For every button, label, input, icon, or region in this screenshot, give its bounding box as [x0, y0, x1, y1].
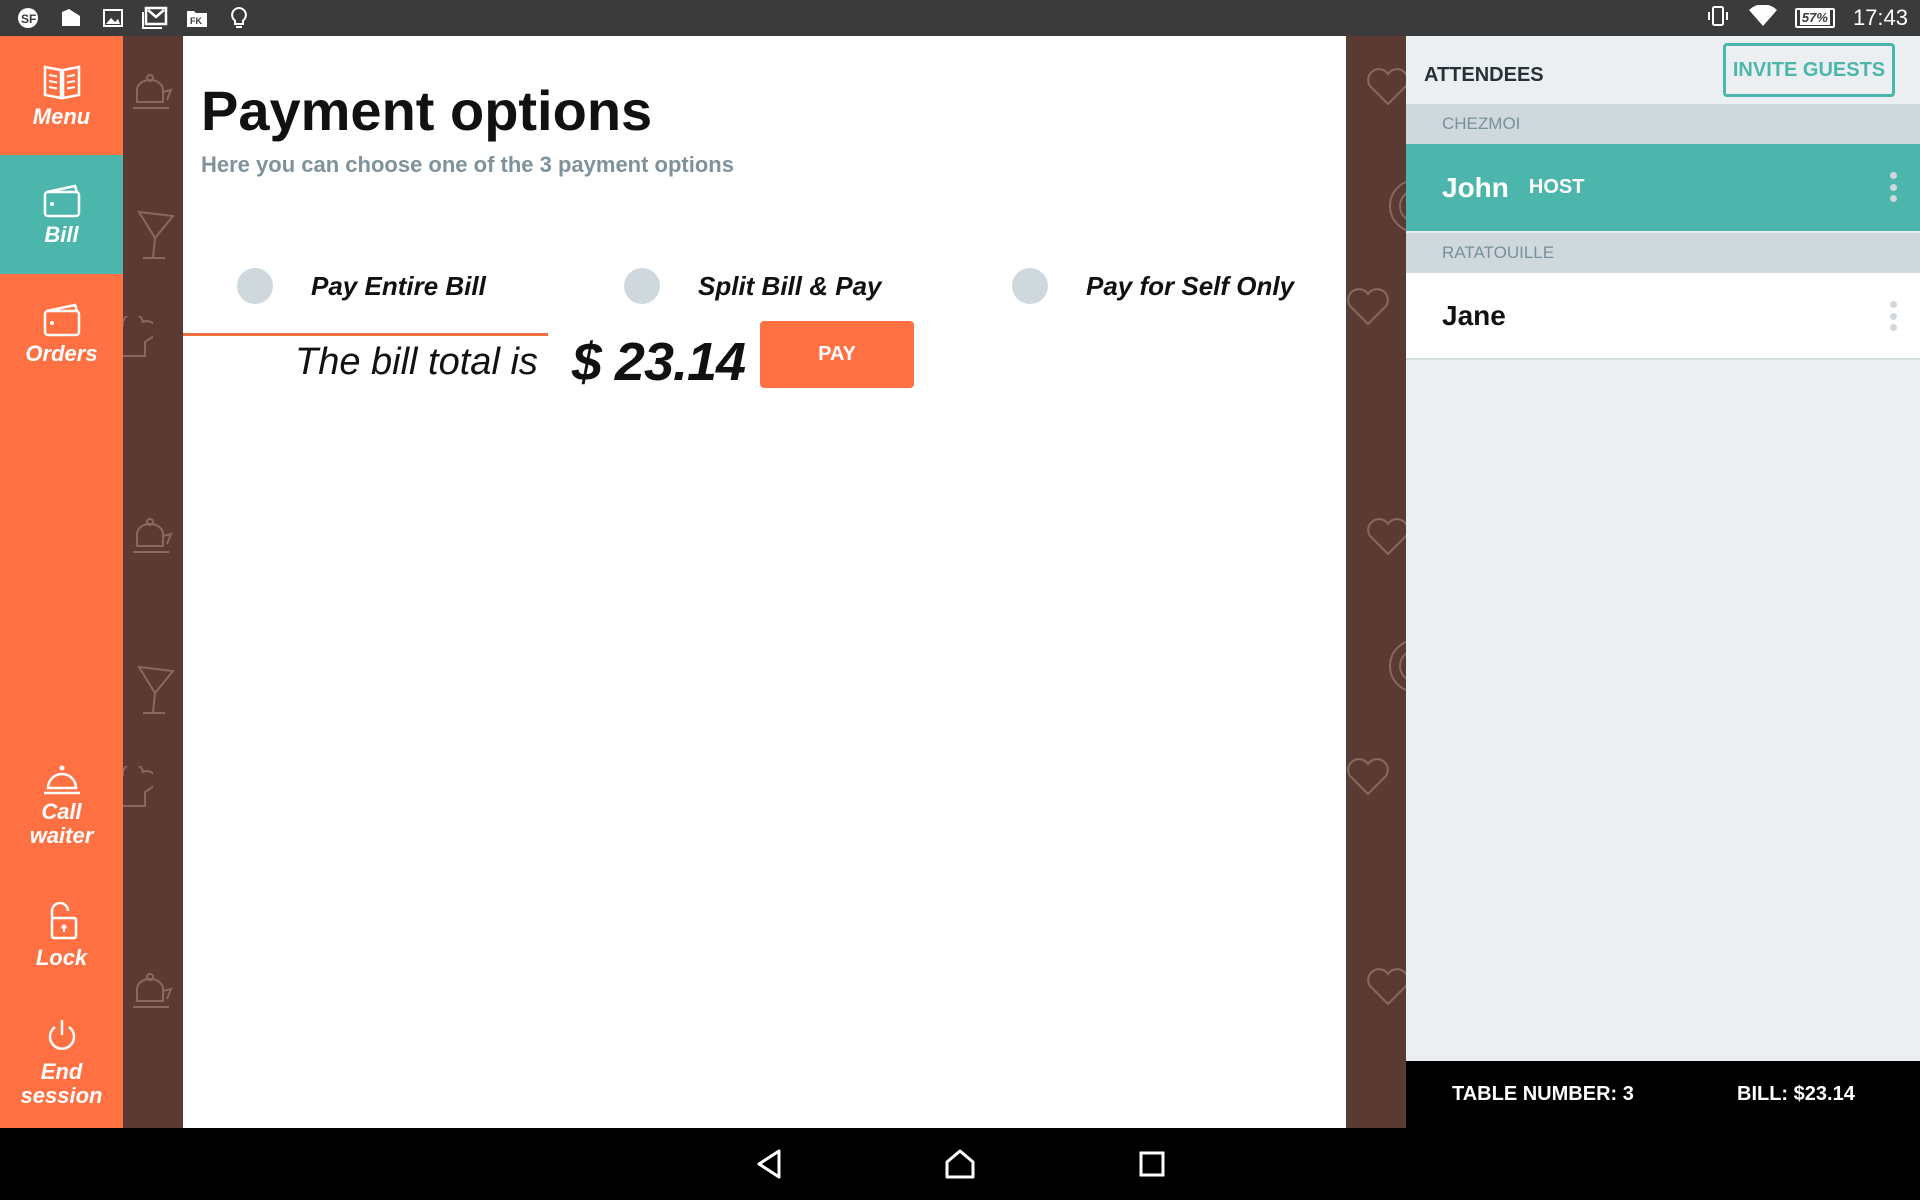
back-button[interactable]	[749, 1144, 789, 1184]
sidebar-item-label: Lock	[35, 945, 88, 970]
sf-app-icon: SF	[16, 5, 42, 31]
sidebar-item-menu[interactable]: Menu	[0, 36, 123, 155]
teapot-icon	[133, 74, 173, 109]
group-header: RATATOUILLE	[1406, 233, 1920, 273]
sidebar-item-label: Bill	[44, 221, 79, 247]
radio-button[interactable]	[237, 268, 273, 304]
tab-label: Pay Entire Bill	[311, 270, 486, 301]
decorative-strip-right	[1346, 36, 1406, 1128]
wifi-icon	[1748, 3, 1777, 32]
home-icon	[945, 1149, 975, 1179]
sidebar-item-lock[interactable]: Lock	[0, 876, 123, 996]
wallet-icon	[43, 184, 80, 217]
sidebar-nav: Menu Bill Orders Call waiter Lock End se…	[0, 36, 123, 1128]
image-icon	[100, 5, 126, 31]
service-bell-icon	[43, 765, 80, 795]
clock: 17:43	[1852, 5, 1908, 30]
tab-label: Split Bill & Pay	[698, 270, 882, 301]
teapot-icon	[133, 973, 173, 1008]
decorative-strip-left	[123, 36, 183, 1128]
heart-icon	[1367, 68, 1406, 106]
chef-hat-icon	[123, 766, 153, 807]
fk-folder-icon: FK	[184, 5, 210, 31]
sidebar-item-label: Call waiter	[29, 799, 94, 848]
radio-button[interactable]	[624, 268, 660, 304]
session-footer: TABLE NUMBER: 3 BILL: $23.14	[1406, 1061, 1920, 1128]
table-number: TABLE NUMBER: 3	[1452, 1083, 1634, 1105]
page-subtitle: Here you can choose one of the 3 payment…	[201, 152, 734, 177]
unlock-icon	[50, 902, 77, 940]
lightbulb-icon	[226, 5, 252, 31]
wallet-icon	[43, 303, 80, 336]
svg-text:FK: FK	[190, 16, 202, 26]
bill-total-label: The bill total is	[295, 340, 538, 383]
sidebar-item-orders[interactable]: Orders	[0, 274, 123, 393]
pay-button[interactable]: PAY	[760, 321, 914, 388]
menu-book-icon	[43, 64, 80, 100]
sidebar-item-bill[interactable]: Bill	[0, 155, 123, 274]
power-icon	[48, 1020, 75, 1050]
attendee-name: John	[1442, 171, 1509, 203]
svg-text:SF: SF	[21, 12, 36, 26]
back-icon	[757, 1149, 781, 1179]
group-header: CHEZMOI	[1406, 104, 1920, 144]
cocktail-icon	[137, 210, 175, 259]
host-badge: HOST	[1528, 176, 1585, 198]
vibrate-icon	[1705, 5, 1731, 32]
heart-icon	[1367, 968, 1406, 1006]
cocktail-icon	[137, 665, 175, 714]
attendee-name: Jane	[1442, 299, 1506, 331]
invite-guests-button[interactable]: INVITE GUESTS	[1723, 43, 1895, 97]
sidebar-item-label: Orders	[25, 340, 98, 366]
recents-icon	[1139, 1151, 1165, 1177]
color-swatch-icon	[58, 5, 84, 31]
attendees-panel: ATTENDEES INVITE GUESTS CHEZMOI John HOS…	[1406, 36, 1920, 1061]
attendee-row[interactable]: John HOST	[1406, 144, 1920, 231]
spiral-icon	[1389, 180, 1406, 232]
recents-button[interactable]	[1132, 1144, 1172, 1184]
more-options-icon[interactable]	[1888, 172, 1898, 202]
heart-icon	[1347, 288, 1389, 326]
page-title: Payment options	[201, 79, 653, 142]
gmail-icon	[142, 5, 168, 31]
attendee-row[interactable]: Jane	[1406, 273, 1920, 360]
attendees-title: ATTENDEES	[1424, 64, 1544, 86]
system-nav-bar	[0, 1128, 1920, 1200]
heart-icon	[1367, 518, 1406, 556]
status-bar: SF FK 57% 17:43	[0, 0, 1920, 36]
battery-indicator: 57%	[1794, 8, 1835, 28]
attendees-header: ATTENDEES INVITE GUESTS	[1406, 36, 1920, 104]
spiral-icon	[1389, 640, 1406, 692]
sidebar-item-end-session[interactable]: End session	[0, 996, 123, 1128]
payment-options-panel: Payment options Here you can choose one …	[183, 36, 1346, 1128]
bill-summary: BILL: $23.14	[1737, 1083, 1855, 1105]
more-options-icon[interactable]	[1888, 301, 1898, 331]
teapot-icon	[133, 518, 173, 553]
radio-button[interactable]	[1012, 268, 1048, 304]
tab-pay-for-self-only[interactable]: Pay for Self Only	[1012, 232, 1294, 340]
sidebar-item-label: Menu	[32, 103, 91, 129]
tab-label: Pay for Self Only	[1086, 270, 1295, 301]
chef-hat-icon	[123, 316, 153, 357]
bill-total-amount: $ 23.14	[571, 332, 746, 392]
heart-icon	[1347, 758, 1389, 796]
sidebar-item-call-waiter[interactable]: Call waiter	[0, 736, 123, 876]
sidebar-item-label: End session	[20, 1059, 103, 1108]
home-button[interactable]	[940, 1144, 980, 1184]
bill-total-row: The bill total is $ 23.14	[295, 322, 746, 402]
